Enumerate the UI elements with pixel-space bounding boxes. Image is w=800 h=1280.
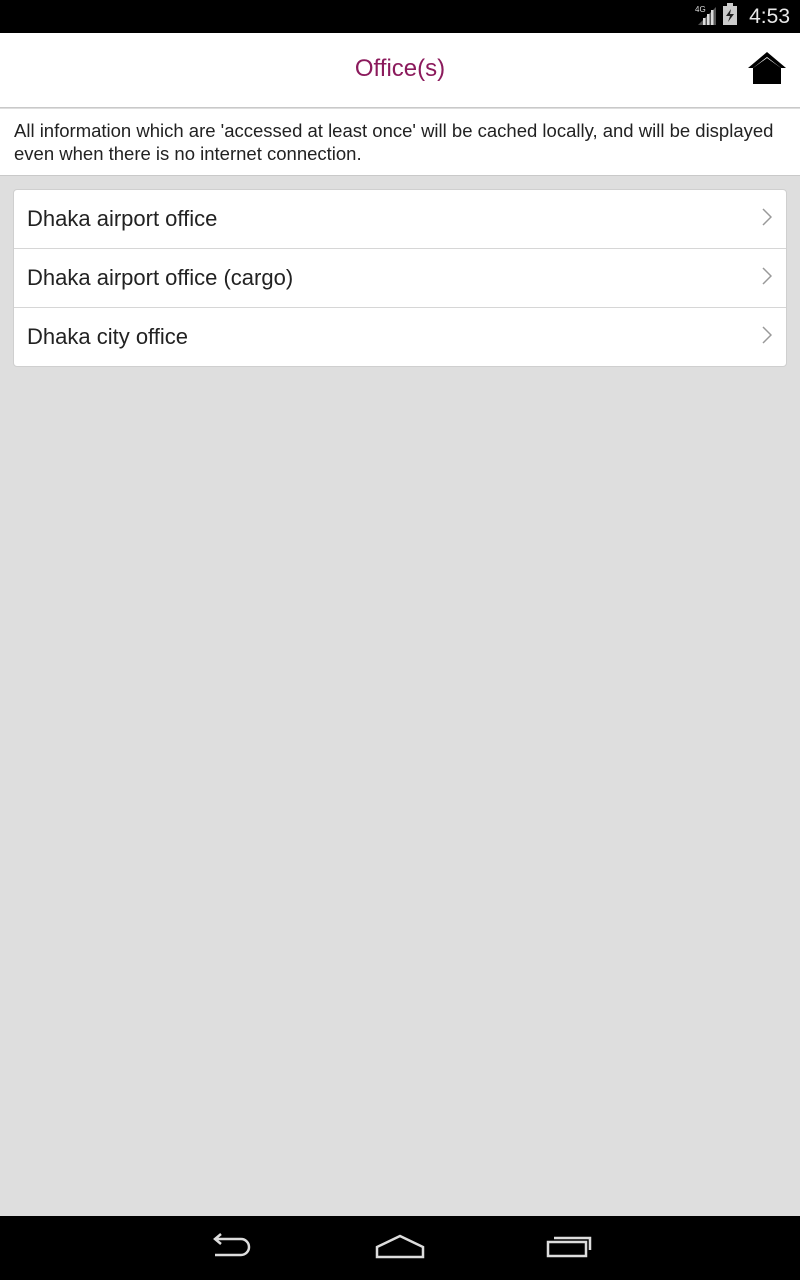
chevron-right-icon	[762, 266, 773, 291]
chevron-right-icon	[762, 325, 773, 350]
back-icon	[207, 1232, 253, 1264]
home-button[interactable]	[746, 51, 788, 89]
signal-icon: 4G	[695, 3, 717, 30]
navigation-bar	[0, 1216, 800, 1280]
status-bar: 4G 4:53	[0, 0, 800, 33]
home-icon	[747, 51, 787, 90]
office-label: Dhaka city office	[27, 324, 189, 349]
battery-charging-icon	[723, 3, 738, 30]
svg-text:4G: 4G	[695, 5, 706, 14]
office-label: Dhaka airport office (cargo)	[27, 265, 294, 290]
office-label: Dhaka airport office	[27, 206, 218, 231]
status-icons: 4G 4:53	[695, 3, 790, 30]
recents-button[interactable]	[520, 1216, 620, 1280]
page-title: Office(s)	[354, 55, 446, 82]
app-header: Office(s)	[0, 33, 800, 108]
home-nav-button[interactable]	[350, 1216, 450, 1280]
office-list: Dhaka airport office Dhaka airport offic…	[13, 189, 787, 367]
cache-info-text: All information which are 'accessed at l…	[0, 109, 800, 176]
recents-icon	[546, 1233, 594, 1264]
chevron-right-icon	[762, 207, 773, 232]
back-button[interactable]	[180, 1216, 280, 1280]
home-nav-icon	[375, 1233, 425, 1264]
list-item[interactable]: Dhaka airport office (cargo)	[14, 249, 786, 308]
status-time: 4:53	[749, 4, 790, 28]
list-item[interactable]: Dhaka city office	[14, 308, 786, 366]
list-item[interactable]: Dhaka airport office	[14, 190, 786, 249]
